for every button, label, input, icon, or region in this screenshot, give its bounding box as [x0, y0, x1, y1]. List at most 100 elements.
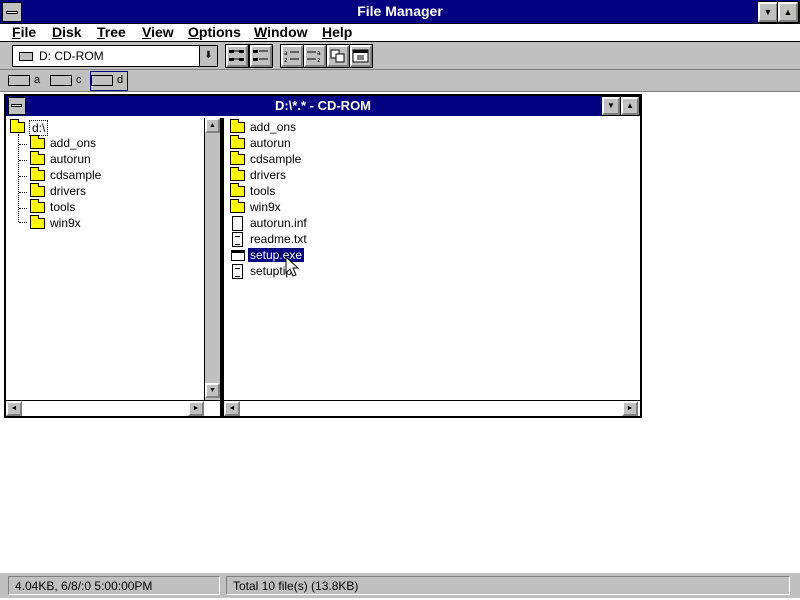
menu-view-label: iew — [151, 24, 174, 40]
tree-branch — [19, 176, 27, 177]
directory-window-minimize-button[interactable]: ▼ — [601, 96, 621, 116]
scroll-left-icon[interactable]: ◄ — [6, 401, 22, 416]
network-disconnect-icon — [253, 50, 268, 61]
menu-tree-accel: T — [97, 24, 105, 40]
network-connect-icon — [229, 50, 244, 61]
menu-options[interactable]: Options — [188, 24, 241, 40]
svg-text:z: z — [317, 57, 321, 64]
file-list-pane[interactable]: add_ons autorun cdsample drivers tools w… — [224, 118, 622, 400]
menu-disk-accel: D — [52, 24, 63, 40]
connect-network-drive-button[interactable] — [225, 44, 249, 68]
directory-window-maximize-button[interactable]: ▲ — [620, 96, 640, 116]
drive-select[interactable]: D: CD-ROM ⬇ — [12, 45, 218, 67]
folder-icon — [30, 135, 45, 149]
tree-root-label: d:\ — [29, 120, 49, 136]
drive-a-label: a — [34, 74, 41, 86]
menu-help-accel: H — [322, 24, 333, 40]
menu-view-accel: V — [142, 24, 152, 40]
menu-tree[interactable]: Tree — [97, 24, 126, 40]
scroll-right-icon[interactable]: ► — [188, 401, 204, 416]
file-name: win9x — [250, 200, 281, 214]
app-title: File Manager — [357, 3, 443, 19]
menu-window[interactable]: Window — [254, 24, 308, 40]
status-selected-file-info: 4.04KB, 6/8/:0 5:00:00PM — [8, 576, 220, 595]
folder-icon — [230, 183, 245, 197]
file-name: tools — [250, 184, 276, 198]
directory-window-title: D:\*.* - CD-ROM — [274, 98, 372, 113]
tree-branch — [19, 192, 27, 193]
tree-vertical-scrollbar[interactable]: ▲ ▼ — [204, 118, 220, 400]
menu-view[interactable]: View — [142, 24, 174, 40]
drive-bar: a c d — [0, 70, 800, 92]
menu-disk-label: isk — [62, 24, 82, 40]
floppy-drive-icon — [8, 75, 30, 86]
hard-drive-icon — [50, 75, 72, 86]
drive-d-button[interactable]: d — [90, 71, 128, 91]
cdrom-drive-icon — [91, 75, 113, 86]
scroll-left-icon[interactable]: ◄ — [224, 401, 240, 416]
svg-text:z: z — [284, 57, 288, 64]
scroll-right-icon[interactable]: ► — [622, 401, 638, 416]
folder-icon — [30, 167, 45, 181]
menu-help[interactable]: Help — [322, 24, 352, 40]
sort-by-type-button[interactable]: az — [303, 44, 327, 68]
drive-select-value: D: CD-ROM — [39, 49, 104, 63]
scroll-up-icon[interactable]: ▲ — [205, 118, 220, 133]
file-name: cdsample — [250, 152, 302, 166]
tree-item-label: drivers — [50, 184, 87, 198]
menu-window-accel: W — [254, 24, 268, 40]
document-icon — [232, 216, 243, 231]
text-document-icon — [232, 264, 243, 279]
minimize-button[interactable]: ▼ — [757, 1, 779, 23]
tree-item-label: win9x — [50, 216, 81, 230]
drive-c-button[interactable]: c — [50, 72, 86, 90]
toolbar: D: CD-ROM ⬇ az az — [0, 42, 800, 70]
menu-help-label: elp — [332, 24, 353, 40]
menu-window-label: indow — [267, 24, 308, 40]
open-folder-icon — [10, 119, 25, 133]
menu-file[interactable]: File — [12, 24, 36, 40]
svg-text:a: a — [284, 50, 288, 57]
menu-options-label: ptions — [198, 24, 241, 40]
svg-text:a: a — [317, 50, 321, 57]
menu-disk[interactable]: Disk — [52, 24, 82, 40]
file-name: readme.txt — [250, 232, 307, 246]
tree-branch — [19, 144, 27, 145]
share-icon — [330, 49, 345, 63]
drive-a-button[interactable]: a — [8, 72, 44, 90]
menu-tree-label: ree — [104, 24, 126, 40]
tree-branch — [19, 160, 27, 161]
folder-icon — [230, 167, 245, 181]
sort-by-name-button[interactable]: az — [280, 44, 304, 68]
folder-icon — [230, 151, 245, 165]
menu-file-accel: F — [12, 24, 21, 40]
sort-type-icon: az — [307, 50, 321, 64]
folder-icon — [230, 119, 245, 133]
tree-item-label: cdsample — [50, 168, 102, 182]
folder-icon — [30, 151, 45, 165]
maximize-button[interactable]: ▲ — [777, 1, 799, 23]
drive-c-label: c — [76, 74, 82, 86]
disconnect-network-drive-button[interactable] — [249, 44, 273, 68]
share-as-button[interactable] — [326, 44, 350, 68]
sort-name-icon: az — [284, 50, 299, 64]
file-name: drivers — [250, 168, 287, 182]
program-icon — [231, 250, 245, 261]
status-bar: 4.04KB, 6/8/:0 5:00:00PM Total 10 file(s… — [0, 572, 800, 598]
list-horizontal-scrollbar[interactable]: ◄ ► — [224, 400, 640, 416]
folder-icon — [30, 215, 45, 229]
drive-select-arrow-icon[interactable]: ⬇ — [199, 46, 217, 66]
tree-horizontal-scrollbar[interactable]: ◄ ► — [6, 400, 220, 416]
scroll-down-icon[interactable]: ▼ — [205, 383, 220, 398]
app-title-bar: File Manager ▼ ▲ — [0, 0, 800, 24]
directory-tree-pane[interactable]: d:\ add_ons autorun cdsample drivers too… — [6, 118, 204, 400]
stop-sharing-button[interactable] — [349, 44, 373, 68]
folder-icon — [230, 135, 245, 149]
folder-icon — [230, 199, 245, 213]
tree-branch — [19, 208, 27, 209]
stop-sharing-icon — [352, 49, 369, 63]
tree-branch — [19, 222, 27, 223]
tree-item-label: tools — [50, 200, 76, 214]
file-name: autorun.inf — [250, 216, 307, 230]
folder-icon — [30, 199, 45, 213]
